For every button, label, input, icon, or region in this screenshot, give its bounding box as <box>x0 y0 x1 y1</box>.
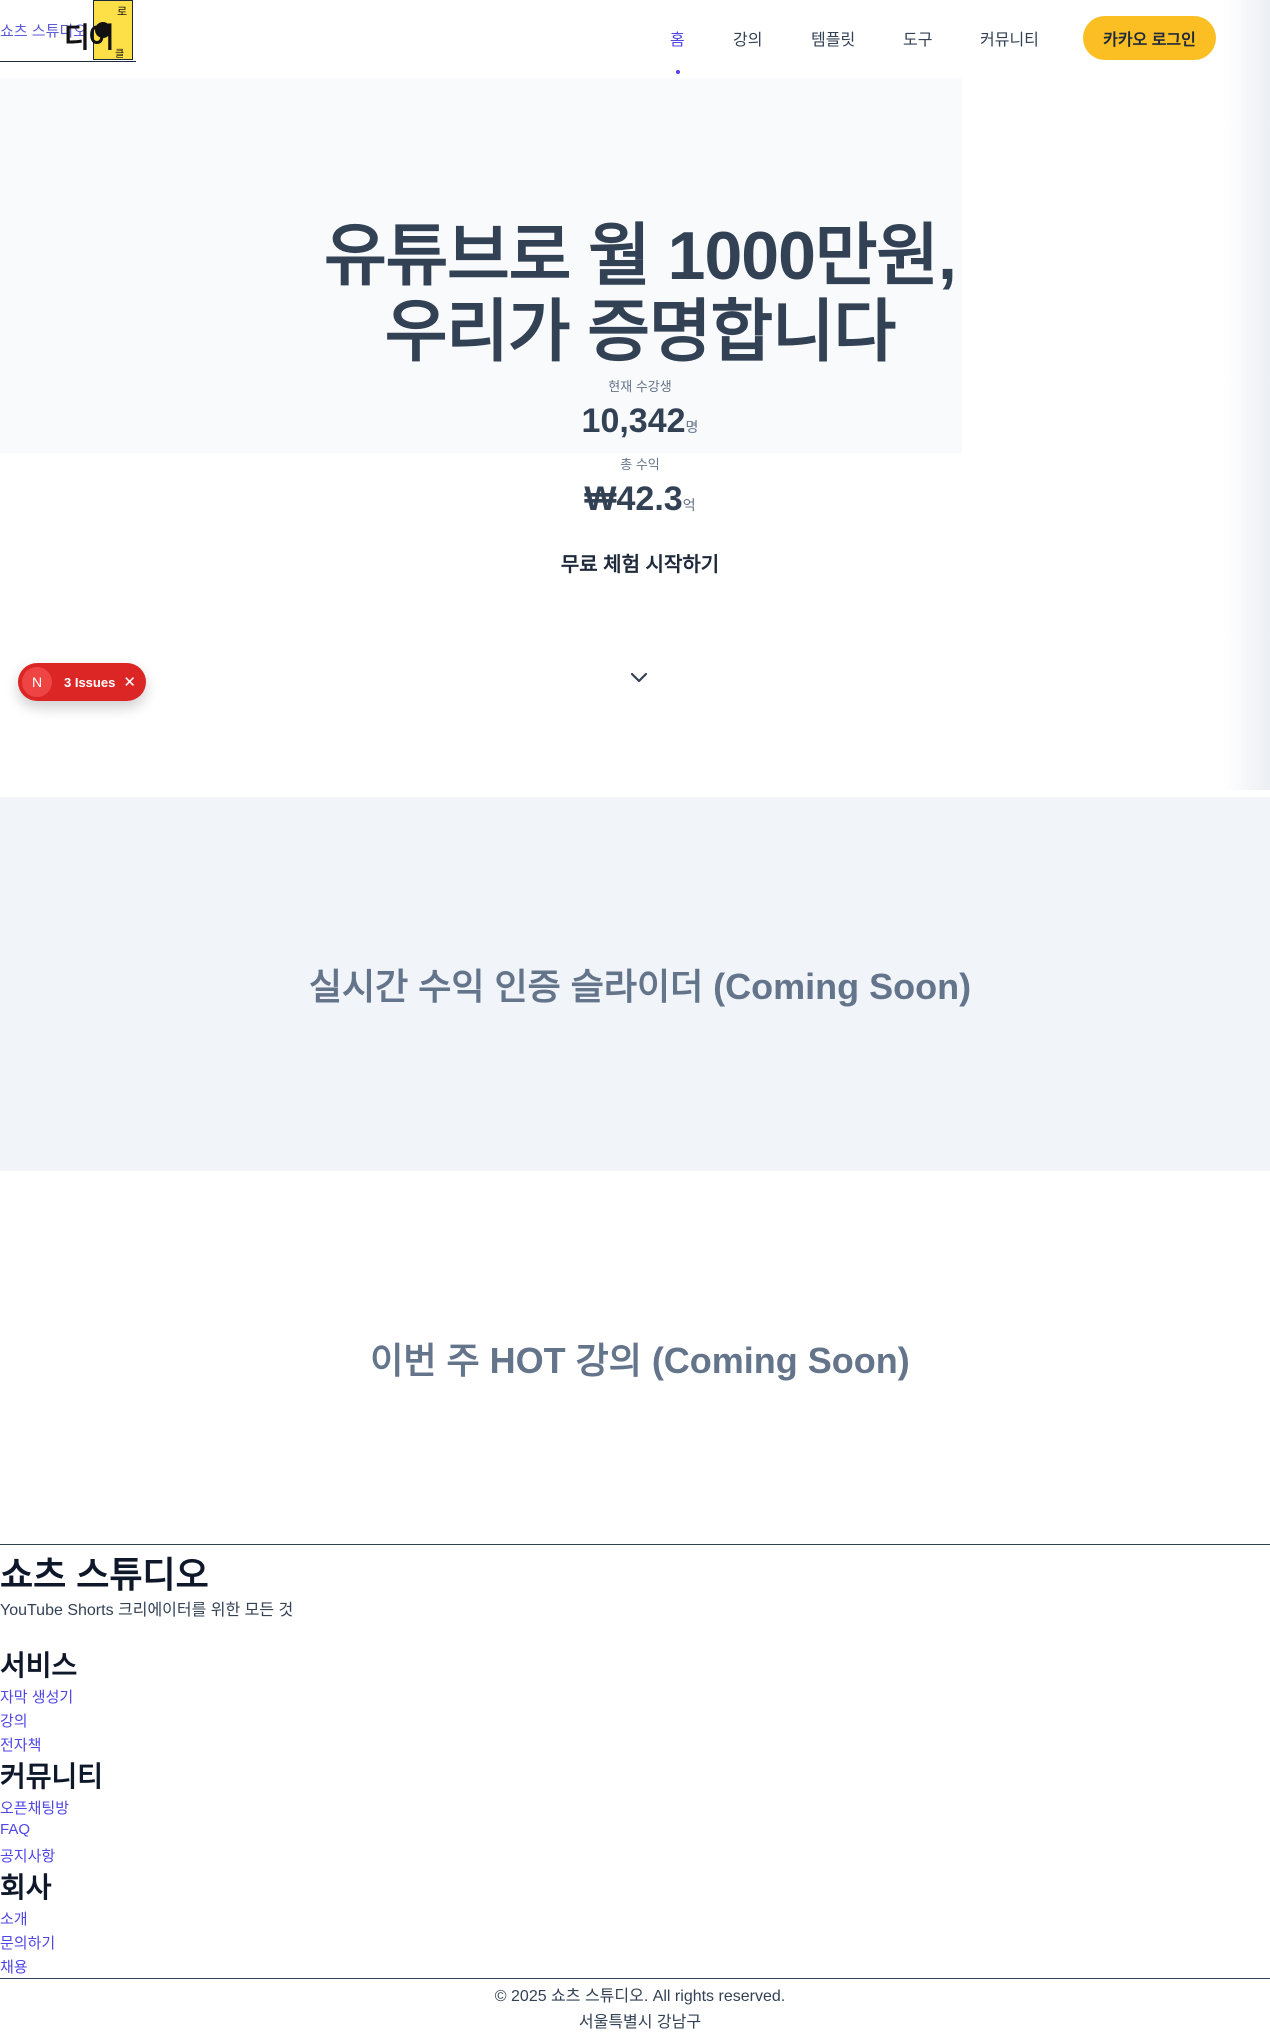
footer-link-careers[interactable]: 채용 <box>0 1956 28 1977</box>
nav-templates[interactable]: 템플릿 <box>811 26 855 50</box>
footer-divider-bottom <box>0 1978 1270 1979</box>
stat-label-students: 현재 수강생 <box>608 379 672 394</box>
nav-tools[interactable]: 도구 <box>903 26 932 50</box>
footer-heading-services: 서비스 <box>0 1650 78 1681</box>
site-header: 쇼츠 스튜디오 로 클 디어 홈 강의 템플릿 도구 커뮤니티 카카오 로그인 <box>0 0 1270 76</box>
stat-unit-students: 명 <box>685 419 699 435</box>
hero-title-line-2: 우리가 증명합니다 <box>384 294 896 370</box>
stat-unit-revenue: 억 <box>682 497 696 513</box>
footer-link-courses[interactable]: 강의 <box>0 1710 28 1731</box>
cta-wrapper: 무료 체험 시작하기 <box>0 548 1270 577</box>
footer-link-about[interactable]: 소개 <box>0 1908 28 1929</box>
kakao-login-button[interactable]: 카카오 로그인 <box>1083 16 1216 60</box>
footer-link-notices[interactable]: 공지사항 <box>0 1845 55 1866</box>
address-text: 서울특별시 강남구 <box>578 2014 702 2031</box>
stat-value-students: 10,342명 <box>0 402 1270 441</box>
footer-link-open-chat[interactable]: 오픈채팅방 <box>0 1797 69 1818</box>
copyright-text: © 2025 쇼츠 스튜디오. All rights reserved. <box>494 1988 786 2005</box>
footer-heading-company: 회사 <box>0 1872 52 1903</box>
active-nav-indicator <box>676 70 680 74</box>
hot-courses-title: 이번 주 HOT 강의 (Coming Soon) <box>370 1340 910 1381</box>
slider-section-title: 실시간 수익 인증 슬라이더 (Coming Soon) <box>308 966 972 1007</box>
footer-link-subtitle-generator[interactable]: 자막 생성기 <box>0 1686 73 1707</box>
next-logo-icon: N <box>22 667 52 697</box>
stat-value-revenue: ₩42.3억 <box>0 480 1270 519</box>
issues-badge[interactable]: N 3 Issues ✕ <box>18 663 146 701</box>
footer-link-ebook[interactable]: 전자책 <box>0 1734 41 1755</box>
stat-number-students: 10,342 <box>581 402 686 440</box>
logo-mark-top: 로 <box>117 6 128 18</box>
scroll-shadow <box>1224 0 1270 790</box>
hero-title-line-1: 유튜브로 월 1000만원, <box>324 218 957 294</box>
chevron-down-icon[interactable] <box>629 670 649 684</box>
hero-title: 유튜브로 월 1000만원, 우리가 증명합니다 <box>0 218 1270 370</box>
footer-brand: 쇼츠 스튜디오 <box>0 1554 209 1595</box>
nav-community[interactable]: 커뮤니티 <box>980 26 1039 50</box>
footer-link-faq[interactable]: FAQ <box>0 1821 30 1838</box>
close-icon[interactable]: ✕ <box>123 673 136 691</box>
issues-count: 3 Issues <box>64 674 116 690</box>
footer-link-contact[interactable]: 문의하기 <box>0 1932 55 1953</box>
footer-divider-top <box>0 1544 1270 1545</box>
logo-link[interactable]: 쇼츠 스튜디오 로 클 디어 <box>0 0 136 62</box>
footer-heading-community: 커뮤니티 <box>0 1761 104 1792</box>
nav-home[interactable]: 홈 <box>670 26 685 50</box>
free-trial-cta[interactable]: 무료 체험 시작하기 <box>561 554 719 576</box>
nav-courses[interactable]: 강의 <box>733 26 762 50</box>
stat-label-revenue: 총 수익 <box>620 457 660 472</box>
logo-dot <box>95 22 111 38</box>
stat-number-revenue: ₩42.3 <box>584 480 683 518</box>
logo-mark-bottom: 클 <box>115 49 125 60</box>
footer-tagline: YouTube Shorts 크리에이터를 위한 모든 것 <box>0 1602 294 1619</box>
